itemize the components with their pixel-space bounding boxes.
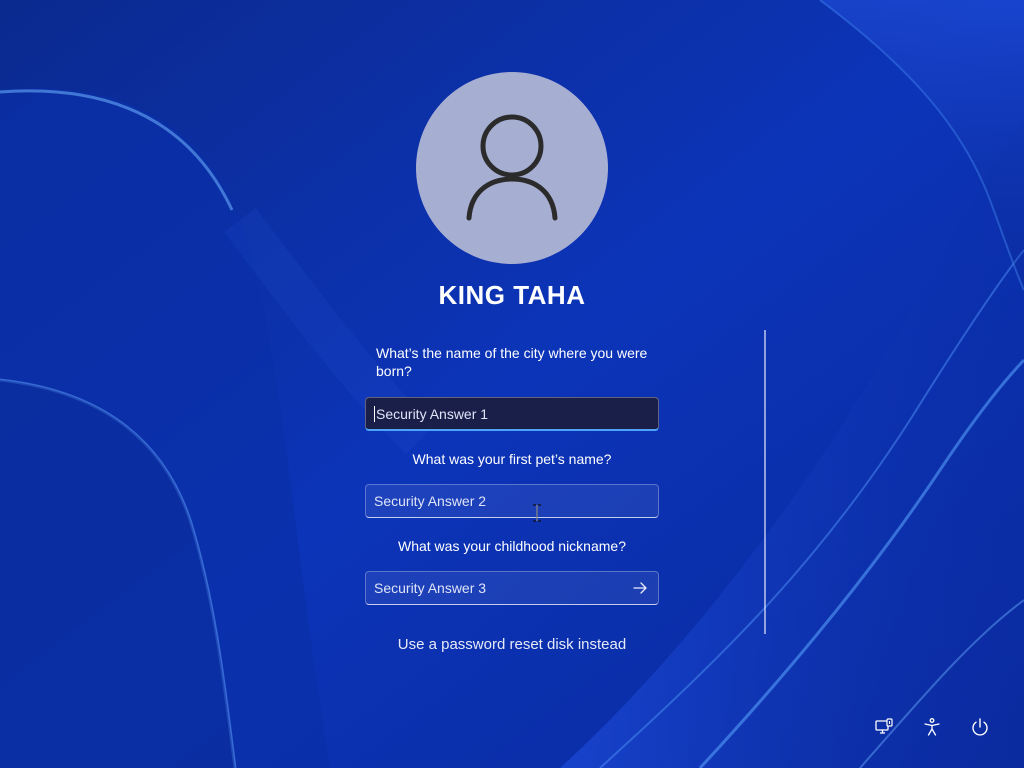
security-question-2: What was your first pet’s name? <box>412 451 612 467</box>
power-icon[interactable] <box>969 716 991 738</box>
security-answer-1-placeholder: Security Answer 1 <box>376 405 489 422</box>
security-answer-3-input[interactable]: Security Answer 3 <box>365 571 659 605</box>
security-answer-1-input[interactable]: Security Answer 1 <box>365 397 659 431</box>
user-silhouette-icon <box>466 114 558 221</box>
text-caret <box>374 405 375 422</box>
password-reset-disk-link[interactable]: Use a password reset disk instead <box>312 636 712 653</box>
security-answer-2-input[interactable]: Security Answer 2 <box>365 484 659 518</box>
vertical-divider <box>764 330 766 634</box>
network-icon[interactable] <box>873 716 895 738</box>
user-avatar <box>416 72 608 264</box>
security-answer-2-placeholder: Security Answer 2 <box>374 493 487 509</box>
security-question-3: What was your childhood nickname? <box>397 538 626 554</box>
user-name: KING TAHA <box>438 280 586 310</box>
security-answer-3-placeholder: Security Answer 3 <box>374 580 487 596</box>
submit-arrow-icon[interactable] <box>632 580 648 596</box>
ibeam-cursor-icon <box>533 504 541 522</box>
accessibility-icon[interactable] <box>921 716 943 738</box>
security-question-1: What’s the name of the city where you we… <box>376 345 648 379</box>
